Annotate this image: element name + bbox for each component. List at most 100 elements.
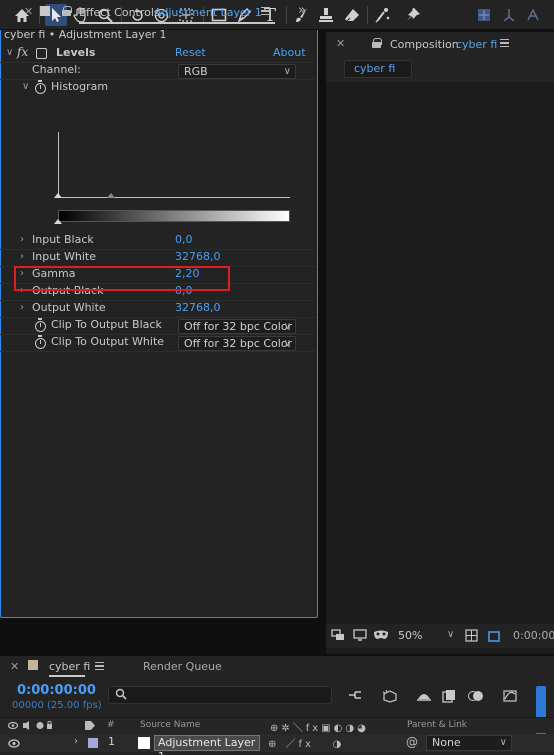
about-link[interactable]: About xyxy=(273,46,306,59)
layer-name[interactable]: Adjustment Layer 1 xyxy=(154,735,260,755)
close-icon[interactable]: ✕ xyxy=(10,660,19,673)
pickwhip-icon[interactable]: @ xyxy=(406,735,418,749)
chevron-down-icon[interactable]: ∨ xyxy=(22,81,29,92)
clip-black-dropdown[interactable]: Off for 32 bpc Color ∨ xyxy=(178,319,296,334)
mask-icon[interactable] xyxy=(373,629,389,644)
timecode[interactable]: 0:00:00:00 xyxy=(17,683,96,698)
layer-switches[interactable]: ⊕ ／fx ◑ xyxy=(268,735,344,750)
chevron-down-icon[interactable]: ∨ xyxy=(6,47,13,58)
output-black-slider[interactable] xyxy=(54,219,62,224)
frame-blending-icon[interactable] xyxy=(442,689,456,706)
preview-icon[interactable] xyxy=(331,629,345,644)
channel-value: RGB xyxy=(184,65,208,78)
chevron-right-icon[interactable]: › xyxy=(20,234,24,245)
timeline-layer-row[interactable]: › 1 Adjustment Layer 1 ⊕ ／fx ◑ @ None ∨ xyxy=(0,734,554,755)
zoom-level[interactable]: 50% xyxy=(398,629,422,642)
motion-blur-icon[interactable] xyxy=(468,689,484,706)
clip-white-value: Off for 32 bpc Color xyxy=(184,337,293,350)
chevron-right-icon[interactable]: » xyxy=(298,3,306,18)
label-column-icon xyxy=(84,720,96,734)
effect-preset-icon xyxy=(36,48,47,59)
composition-footer: 50% ∨ 0:00:00: xyxy=(326,624,554,648)
search-icon xyxy=(115,688,129,704)
param-value[interactable]: 0,0 xyxy=(175,233,193,246)
input-black-slider[interactable] xyxy=(54,193,62,198)
param-row-input-white[interactable]: › Input White 32768,0 xyxy=(0,250,316,267)
parent-dropdown[interactable]: None ∨ xyxy=(426,735,512,751)
tab-timeline-comp[interactable]: cyber fi xyxy=(49,660,90,673)
clip-black-label: Clip To Output Black xyxy=(51,318,162,331)
chevron-down-icon[interactable]: ∨ xyxy=(447,629,454,640)
clip-white-dropdown[interactable]: Off for 32 bpc Color ∨ xyxy=(178,336,296,351)
parent-link-column[interactable]: Parent & Link xyxy=(407,720,467,730)
param-row-input-black[interactable]: › Input Black 0,0 xyxy=(0,233,316,250)
composition-panel: ✕ Composition cyber fi cyber fi 50% ∨ 0:… xyxy=(326,32,554,654)
gamma-slider[interactable] xyxy=(107,193,115,198)
tab-comp-name[interactable]: cyber fi xyxy=(456,38,497,51)
stopwatch-icon[interactable] xyxy=(35,318,46,332)
chevron-down-icon: ∨ xyxy=(283,66,291,77)
draft-3d-icon[interactable] xyxy=(382,689,398,706)
panel-menu-icon[interactable] xyxy=(261,7,270,15)
switches-column-icon: ⊕✲＼fx▣◐◑◕ xyxy=(270,723,369,734)
chevron-down-icon: ∨ xyxy=(283,321,291,332)
histogram-x-axis xyxy=(58,197,290,198)
clip-black-row: Clip To Output Black Off for 32 bpc Colo… xyxy=(0,318,316,335)
param-row-output-white[interactable]: › Output White 32768,0 xyxy=(0,301,316,318)
chevron-right-icon[interactable]: › xyxy=(20,302,24,313)
close-icon[interactable]: ✕ xyxy=(336,37,345,50)
histogram-y-axis xyxy=(58,132,59,198)
graph-editor-icon[interactable] xyxy=(502,689,518,706)
param-label: Input Black xyxy=(32,233,94,246)
comp-flowchart-icon[interactable] xyxy=(347,689,363,704)
histogram-display[interactable] xyxy=(54,132,292,230)
label-color-swatch[interactable] xyxy=(88,738,98,748)
eye-icon[interactable] xyxy=(8,738,20,751)
channel-row: Channel: RGB ∨ xyxy=(0,63,316,80)
stopwatch-icon[interactable] xyxy=(35,335,46,349)
stopwatch-icon[interactable] xyxy=(35,80,46,94)
region-of-interest-icon[interactable] xyxy=(487,629,501,646)
levels-effect-row[interactable]: ∨ fx Levels Reset About xyxy=(0,45,316,63)
histogram-label: Histogram xyxy=(51,80,109,93)
comp-color-icon xyxy=(28,660,38,670)
param-label: Output White xyxy=(32,301,106,314)
chevron-right-icon[interactable]: › xyxy=(20,251,24,262)
composition-tab-row: ✕ Composition cyber fi xyxy=(326,32,554,56)
channel-dropdown[interactable]: RGB ∨ xyxy=(178,64,296,79)
tab-layer-name[interactable]: Adjustment Layer 1 xyxy=(154,6,262,19)
parent-value: None xyxy=(432,736,461,749)
clip-black-value: Off for 32 bpc Color xyxy=(184,320,293,333)
effect-controls-panel: ✕ Effect Controls Adjustment Layer 1 » c… xyxy=(0,0,318,618)
breadcrumb-row: cyber fi • Adjustment Layer 1 xyxy=(0,28,316,45)
output-gradient-bar xyxy=(58,210,290,222)
composition-viewer[interactable] xyxy=(326,82,554,654)
chevron-right-icon[interactable]: › xyxy=(74,736,78,747)
timeline-column-header: # Source Name ⊕✲＼fx▣◐◑◕ Parent & Link xyxy=(0,717,554,734)
source-name-column[interactable]: Source Name xyxy=(140,720,200,730)
tab-effect-controls[interactable]: Effect Controls xyxy=(79,6,160,19)
param-value[interactable]: 32768,0 xyxy=(175,301,221,314)
effect-name: Levels xyxy=(56,46,96,59)
close-icon[interactable]: ✕ xyxy=(24,5,33,18)
current-time[interactable]: 0:00:00: xyxy=(513,629,554,642)
panel-menu-icon[interactable] xyxy=(500,39,509,47)
tab-composition[interactable]: Composition xyxy=(390,38,459,51)
panel-color-icon xyxy=(40,6,50,16)
effect-controls-tab-row: ✕ Effect Controls Adjustment Layer 1 » xyxy=(0,0,554,24)
clip-white-row: Clip To Output White Off for 32 bpc Colo… xyxy=(0,335,316,352)
param-value[interactable]: 32768,0 xyxy=(175,250,221,263)
monitor-icon[interactable] xyxy=(353,629,367,644)
fx-toggle[interactable]: fx xyxy=(17,45,28,59)
shy-layers-icon[interactable] xyxy=(416,689,432,706)
channel-label: Channel: xyxy=(32,63,81,76)
comp-navigator-button[interactable]: cyber fi xyxy=(344,60,412,78)
reset-link[interactable]: Reset xyxy=(175,46,206,59)
panel-menu-icon[interactable] xyxy=(95,662,104,670)
lock-icon[interactable] xyxy=(372,38,382,48)
layer-search-input[interactable] xyxy=(108,686,332,704)
grid-icon[interactable] xyxy=(465,629,478,645)
tab-render-queue[interactable]: Render Queue xyxy=(143,660,222,673)
lock-icon[interactable] xyxy=(62,6,72,16)
visibility-column-icon xyxy=(7,720,52,734)
